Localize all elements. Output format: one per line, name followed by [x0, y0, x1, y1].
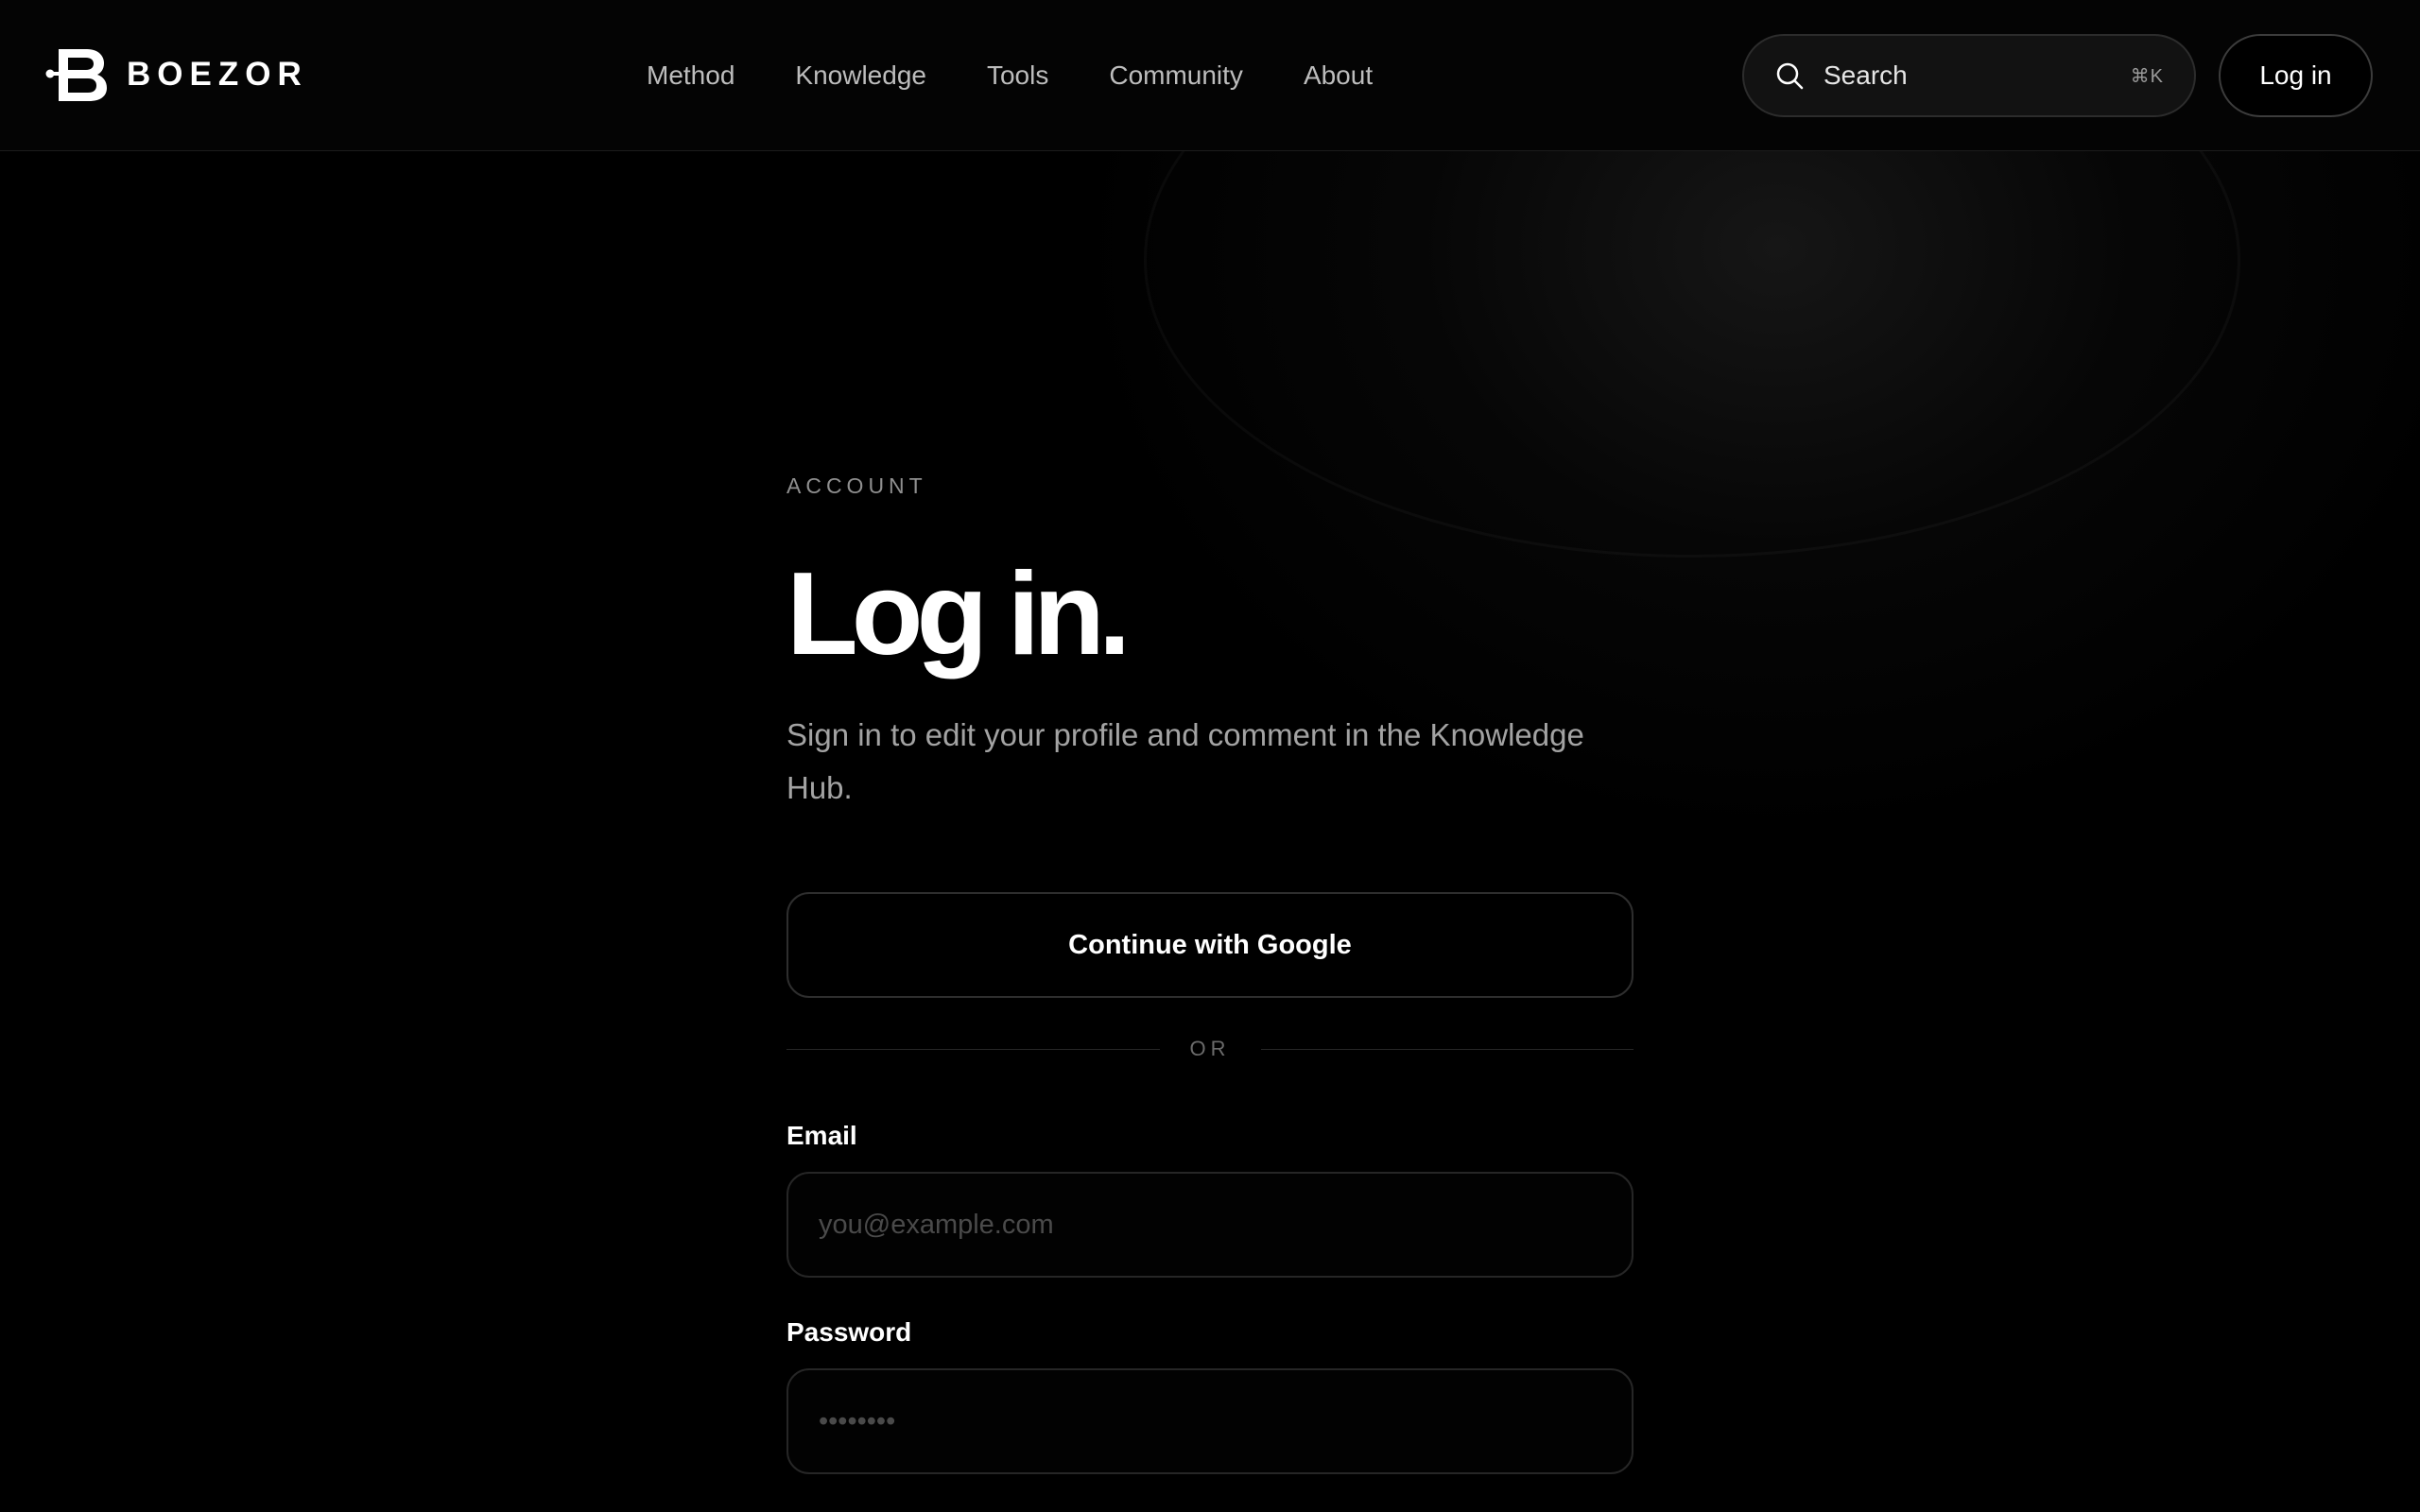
search-icon [1776, 62, 1804, 90]
section-eyebrow: ACCOUNT [786, 473, 927, 498]
email-label: Email [786, 1121, 857, 1150]
nav-item-method[interactable]: Method [647, 60, 735, 91]
search-label: Search [1824, 60, 1908, 90]
nav-item-about[interactable]: About [1304, 60, 1373, 91]
email-field[interactable] [786, 1172, 1634, 1278]
header-login-button[interactable]: Log in [2219, 34, 2373, 117]
search-button[interactable]: Search ⌘K [1742, 34, 2196, 117]
boezor-logo-icon [45, 49, 107, 101]
continue-with-google-button[interactable]: Continue with Google [786, 892, 1634, 998]
divider-line-right [1260, 1048, 1634, 1050]
nav-item-tools[interactable]: Tools [987, 60, 1048, 91]
or-divider: OR [786, 1036, 1634, 1062]
background-glow [945, 94, 2420, 945]
nav-item-knowledge[interactable]: Knowledge [795, 60, 926, 91]
password-field[interactable] [786, 1368, 1634, 1474]
nav-item-community[interactable]: Community [1109, 60, 1243, 91]
login-section: ACCOUNT Log in. Sign in to edit your pro… [786, 472, 1634, 1474]
password-label: Password [786, 1317, 912, 1347]
brand-name: BOEZOR [127, 56, 308, 93]
divider-label: OR [1189, 1037, 1231, 1060]
divider-line-left [786, 1048, 1160, 1050]
brand-logo[interactable]: BOEZOR [45, 45, 308, 104]
search-shortcut-hint: ⌘K [2130, 65, 2164, 87]
page-subtitle: Sign in to edit your profile and comment… [786, 717, 1584, 805]
main-nav: Method Knowledge Tools Community About [647, 53, 1373, 98]
site-header: BOEZOR Method Knowledge Tools Community … [0, 0, 2420, 151]
page-title: Log in. [786, 549, 1131, 679]
